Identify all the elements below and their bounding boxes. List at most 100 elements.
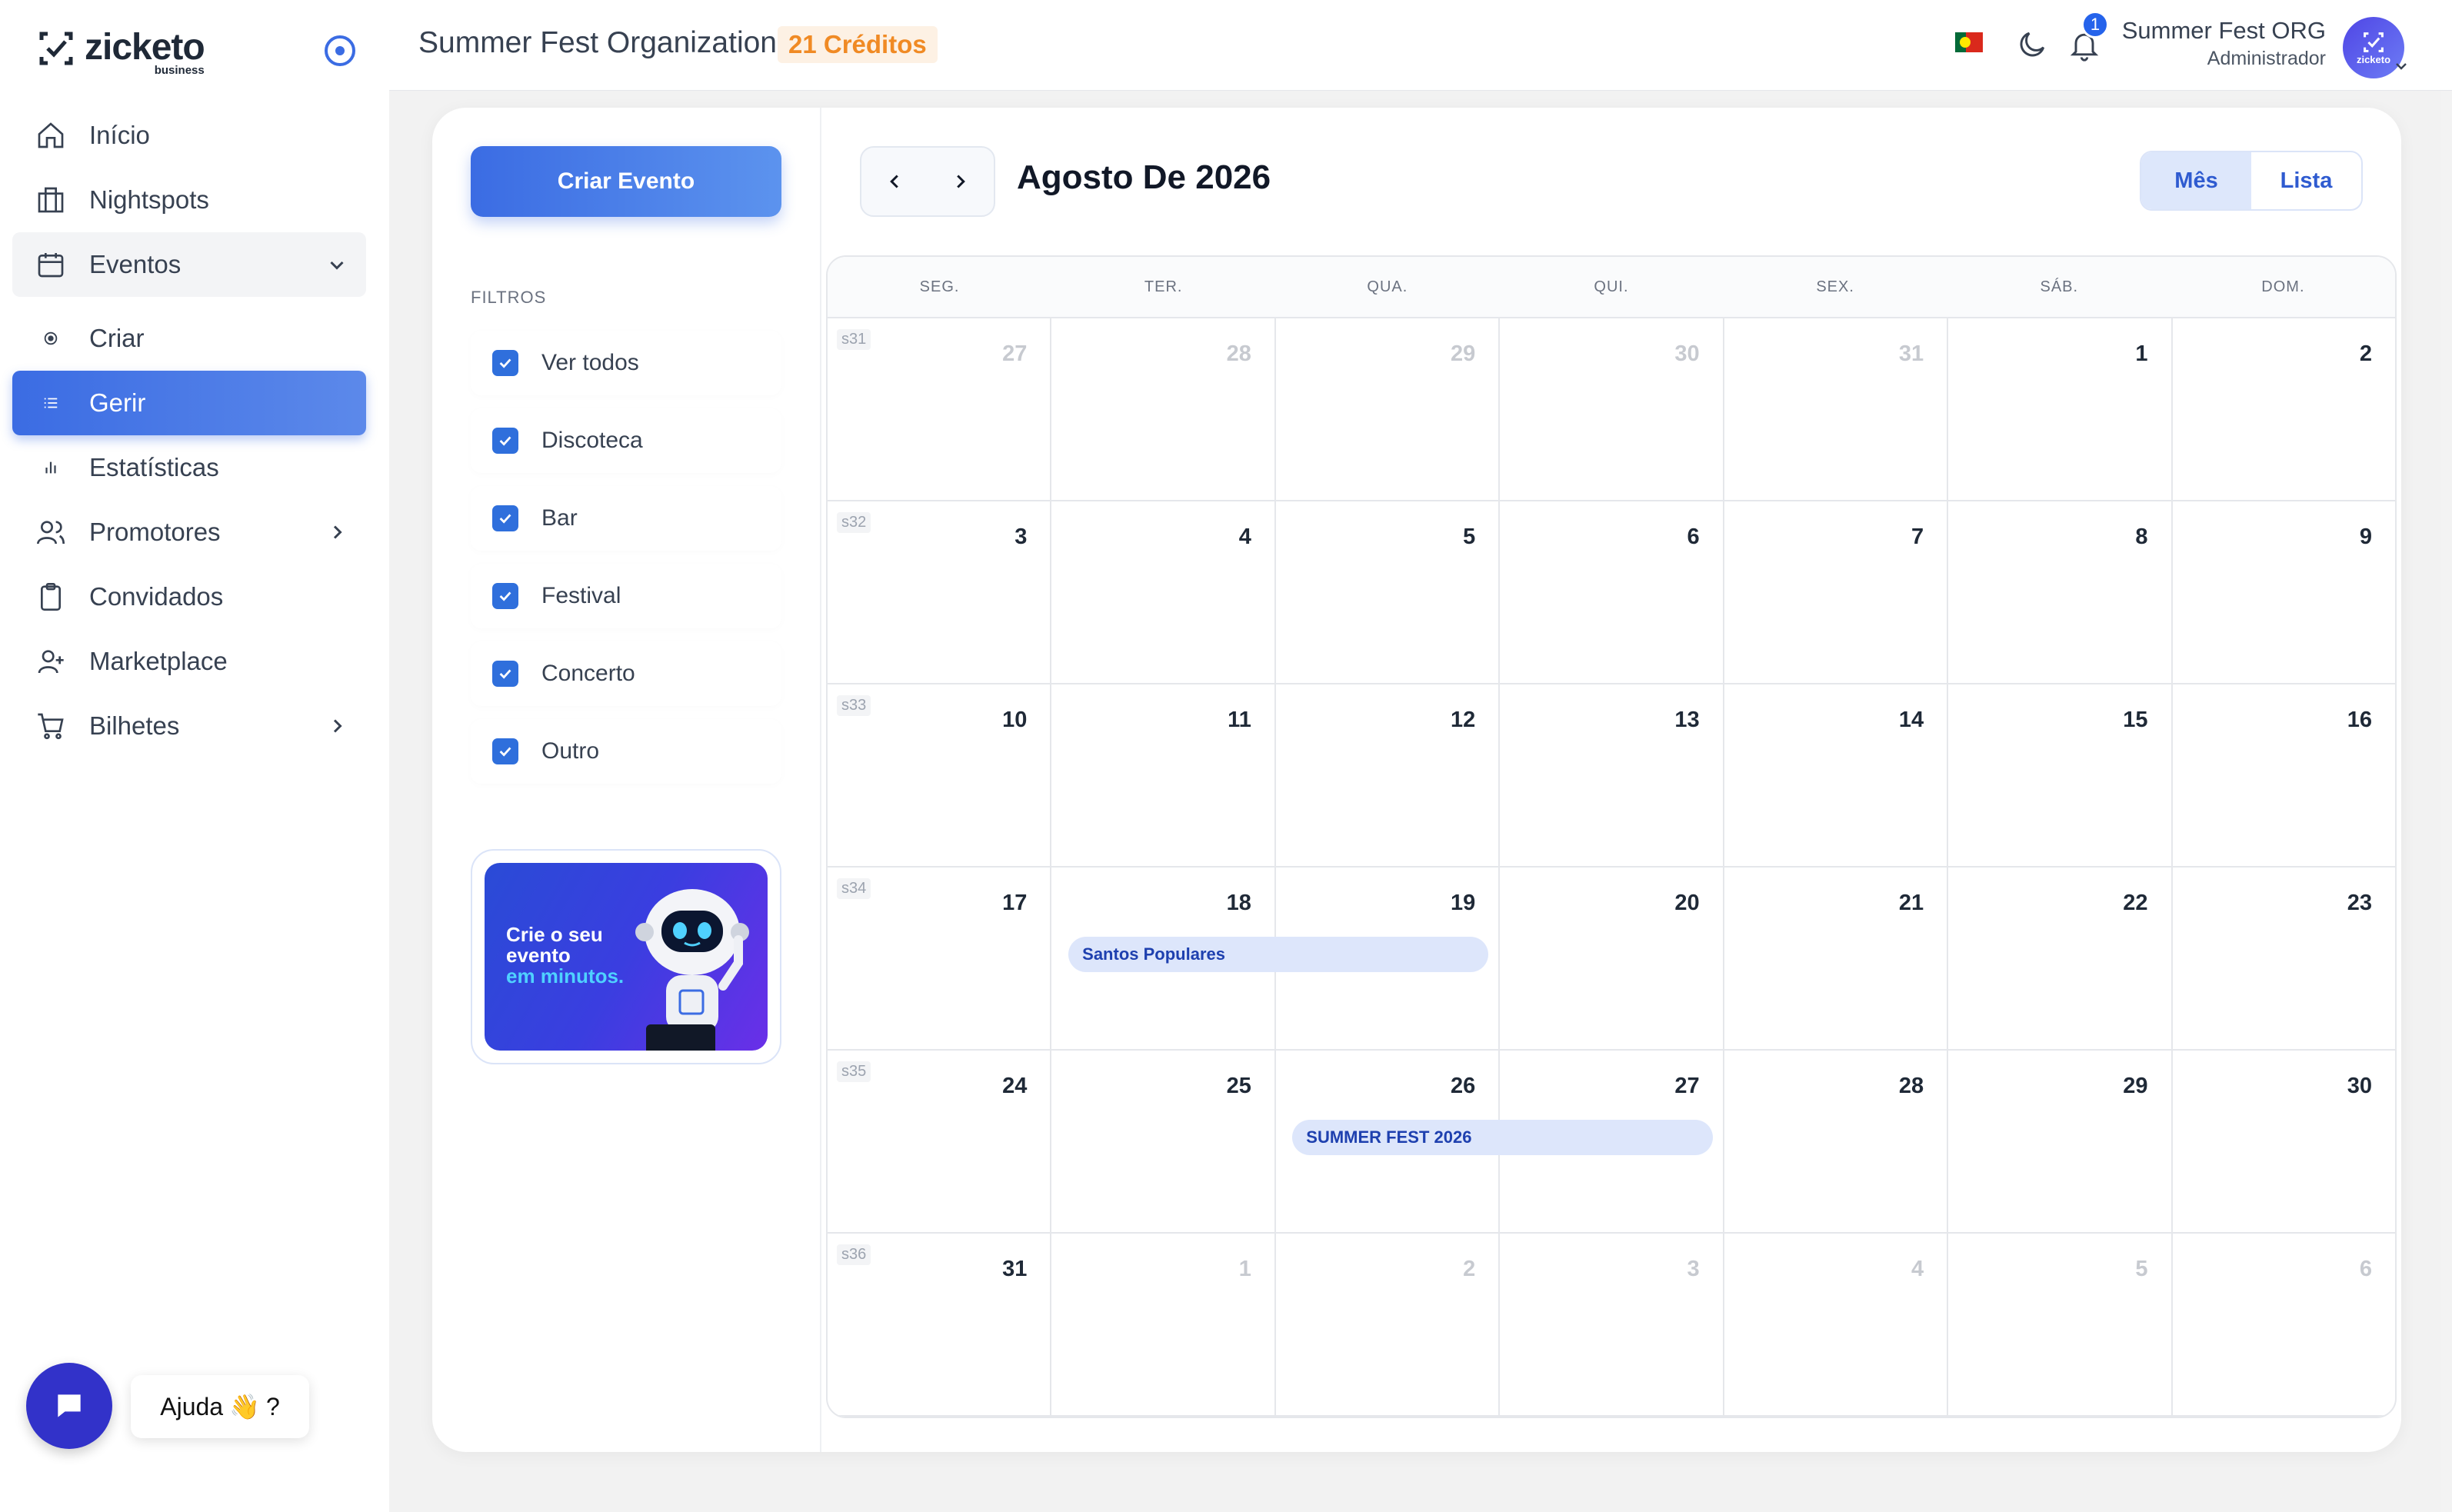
- calendar-day-cell[interactable]: 29: [1948, 1051, 2173, 1232]
- previous-month-button[interactable]: [861, 148, 928, 215]
- calendar-day-cell[interactable]: 12: [1276, 684, 1501, 866]
- calendar-day-cell[interactable]: s33 10: [828, 684, 1052, 866]
- checkbox-checked-icon[interactable]: [492, 738, 518, 764]
- day-number: 31: [1898, 341, 1924, 366]
- calendar-day-cell[interactable]: 8: [1948, 501, 2173, 683]
- sidebar-item-bilhetes[interactable]: Bilhetes: [12, 694, 366, 758]
- filter-discoteca[interactable]: Discoteca: [471, 408, 781, 473]
- calendar-day-cell[interactable]: s35 24: [828, 1051, 1052, 1232]
- day-number: 26: [1451, 1074, 1476, 1098]
- credits-badge[interactable]: 21 Créditos: [778, 26, 938, 63]
- sidebar-item-marketplace[interactable]: Marketplace: [12, 629, 366, 694]
- calendar-day-cell[interactable]: 1: [1948, 318, 2173, 500]
- calendar-day-cell[interactable]: 4: [1724, 1234, 1949, 1415]
- sidebar-item-label: Promotores: [89, 518, 221, 546]
- calendar-event[interactable]: SUMMER FEST 2026: [1292, 1120, 1713, 1155]
- chevron-down-icon[interactable]: [2392, 57, 2410, 75]
- portugal-flag-icon[interactable]: [1955, 32, 1983, 52]
- moon-icon[interactable]: [2015, 28, 2049, 62]
- week-number-tag: s31: [837, 329, 871, 350]
- calendar-day-cell[interactable]: 31: [1724, 318, 1949, 500]
- calendar-day-cell[interactable]: 2: [1276, 1234, 1501, 1415]
- filter-festival[interactable]: Festival: [471, 564, 781, 628]
- calendar-day-cell[interactable]: 25: [1051, 1051, 1276, 1232]
- calendar-day-cell[interactable]: 30: [2173, 1051, 2395, 1232]
- sidebar-item-inicio[interactable]: Início: [12, 103, 366, 168]
- calendar-day-cell[interactable]: 28: [1724, 1051, 1949, 1232]
- users-icon: [34, 515, 68, 549]
- sidebar-item-gerir[interactable]: Gerir: [12, 371, 366, 435]
- calendar-week-row: s34 17 18 19 20 21 22 23: [828, 868, 2395, 1051]
- notification-count-badge: 1: [2081, 11, 2109, 38]
- calendar-day-cell[interactable]: 21: [1724, 868, 1949, 1049]
- sidebar-item-criar[interactable]: Criar: [12, 306, 366, 371]
- calendar-day-cell[interactable]: 13: [1500, 684, 1724, 866]
- calendar-day-cell[interactable]: 29: [1276, 318, 1501, 500]
- promo-banner[interactable]: Crie o seu evento em minutos.: [471, 849, 781, 1064]
- view-list-button[interactable]: Lista: [2251, 152, 2361, 209]
- calendar-day-cell[interactable]: 7: [1724, 501, 1949, 683]
- next-month-button[interactable]: [928, 148, 994, 215]
- robot-icon: [635, 889, 749, 1051]
- sidebar-item-label: Criar: [89, 324, 145, 352]
- checkbox-checked-icon[interactable]: [492, 583, 518, 609]
- calendar-day-cell[interactable]: s36 31: [828, 1234, 1052, 1415]
- calendar-day-cell[interactable]: s34 17: [828, 868, 1052, 1049]
- sidebar-item-nightspots[interactable]: Nightspots: [12, 168, 366, 232]
- help-button[interactable]: Ajuda 👋 ?: [131, 1375, 309, 1438]
- sidebar-item-convidados[interactable]: Convidados: [12, 565, 366, 629]
- filter-outro[interactable]: Outro: [471, 719, 781, 784]
- chat-button[interactable]: [26, 1363, 112, 1449]
- calendar-day-cell[interactable]: 22: [1948, 868, 2173, 1049]
- checkbox-checked-icon[interactable]: [492, 350, 518, 376]
- checkbox-checked-icon[interactable]: [492, 428, 518, 454]
- calendar-event[interactable]: Santos Populares: [1068, 937, 1489, 972]
- logo[interactable]: zicketo business: [37, 26, 205, 77]
- sidebar-item-promotores[interactable]: Promotores: [12, 500, 366, 565]
- weekday-label: TER.: [1144, 278, 1183, 295]
- day-number: 8: [2135, 525, 2148, 549]
- calendar-day-cell[interactable]: 9: [2173, 501, 2395, 683]
- filter-bar[interactable]: Bar: [471, 486, 781, 551]
- calendar-day-cell[interactable]: 28: [1051, 318, 1276, 500]
- calendar-icon: [34, 248, 68, 281]
- filter-concerto[interactable]: Concerto: [471, 641, 781, 706]
- day-number: 5: [2135, 1257, 2148, 1281]
- calendar-day-cell[interactable]: 16: [2173, 684, 2395, 866]
- calendar-day-cell[interactable]: 20: [1500, 868, 1724, 1049]
- calendar-day-cell[interactable]: 5: [1948, 1234, 2173, 1415]
- day-number: 27: [1674, 1074, 1700, 1098]
- calendar-day-cell[interactable]: 3: [1500, 1234, 1724, 1415]
- day-number: 22: [2123, 891, 2148, 915]
- page-scrollbar[interactable]: [2441, 91, 2452, 1512]
- calendar-day-cell[interactable]: 11: [1051, 684, 1276, 866]
- sidebar-item-estatisticas[interactable]: Estatísticas: [12, 435, 366, 500]
- calendar-day-cell[interactable]: 30: [1500, 318, 1724, 500]
- calendar-day-cell[interactable]: 15: [1948, 684, 2173, 866]
- calendar-day-cell[interactable]: 14: [1724, 684, 1949, 866]
- calendar-day-cell[interactable]: 4: [1051, 501, 1276, 683]
- day-number: 24: [1002, 1074, 1028, 1098]
- day-number: 3: [1687, 1257, 1700, 1281]
- calendar-day-cell[interactable]: 23: [2173, 868, 2395, 1049]
- filter-label: Festival: [541, 583, 621, 608]
- calendar-day-cell[interactable]: 6: [1500, 501, 1724, 683]
- user-name[interactable]: Summer Fest ORG: [2122, 17, 2326, 45]
- view-month-button[interactable]: Mês: [2141, 152, 2251, 209]
- calendar-day-cell[interactable]: 5: [1276, 501, 1501, 683]
- calendar-day-cell[interactable]: 6: [2173, 1234, 2395, 1415]
- day-number: 27: [1002, 341, 1028, 366]
- calendar-day-cell[interactable]: 1: [1051, 1234, 1276, 1415]
- calendar-day-cell[interactable]: s32 3: [828, 501, 1052, 683]
- weekday-label: DOM.: [2261, 278, 2305, 295]
- day-number: 2: [2359, 341, 2372, 366]
- checkbox-checked-icon[interactable]: [492, 661, 518, 687]
- day-number: 5: [1463, 525, 1476, 549]
- checkbox-checked-icon[interactable]: [492, 505, 518, 531]
- calendar-day-cell[interactable]: s31 27: [828, 318, 1052, 500]
- filter-ver-todos[interactable]: Ver todos: [471, 331, 781, 395]
- create-event-button[interactable]: Criar Evento: [471, 146, 781, 217]
- calendar-day-cell[interactable]: 2: [2173, 318, 2395, 500]
- sidebar-toggle-button[interactable]: [325, 35, 355, 66]
- sidebar-item-eventos[interactable]: Eventos: [12, 232, 366, 297]
